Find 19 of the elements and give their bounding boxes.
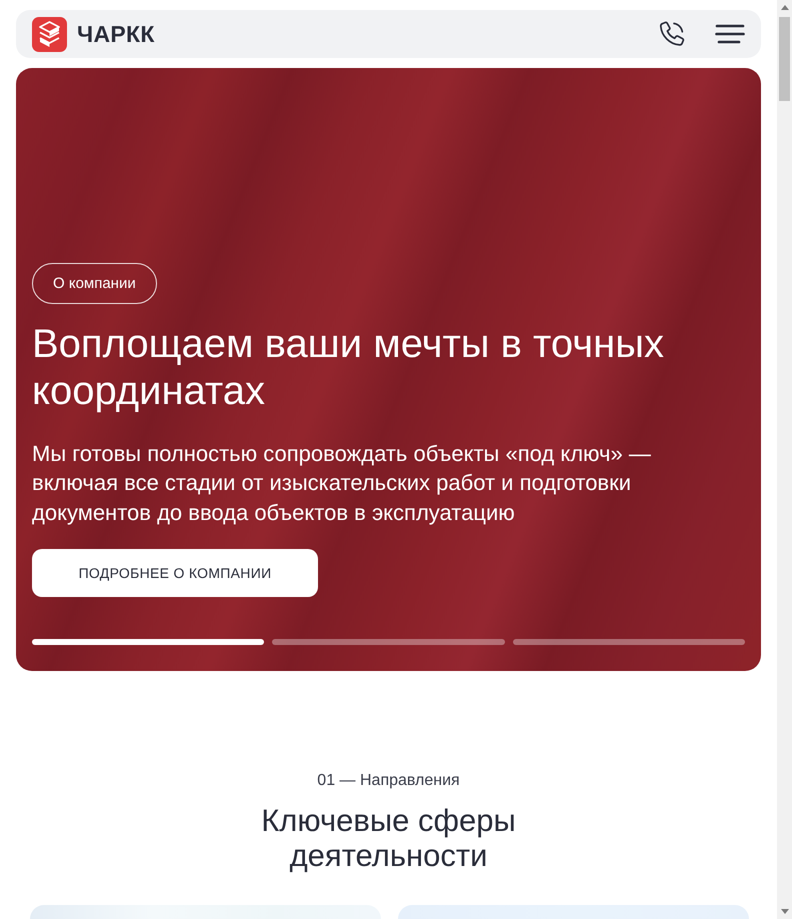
scrollbar-track[interactable]: [777, 0, 792, 919]
scroll-up-icon[interactable]: [780, 5, 788, 10]
about-badge[interactable]: О компании: [32, 262, 157, 304]
scrollbar-thumb[interactable]: [779, 17, 790, 101]
section-label: 01 — Направления: [317, 771, 460, 791]
slide-indicator[interactable]: [32, 639, 264, 645]
about-company-button[interactable]: ПОДРОБНЕЕ О КОМПАНИИ: [32, 549, 318, 597]
phone-icon[interactable]: [659, 21, 685, 47]
logo-icon[interactable]: [32, 16, 67, 52]
direction-card[interactable]: [398, 905, 749, 919]
slide-indicator[interactable]: [272, 639, 505, 645]
section-title: Ключевые сферы деятельности: [260, 803, 517, 873]
slide-indicator[interactable]: [512, 639, 745, 645]
scroll-down-icon[interactable]: [780, 909, 788, 914]
logo-text[interactable]: ЧАРКК: [77, 20, 155, 48]
menu-icon[interactable]: [715, 24, 745, 44]
hero-title: Воплощаем ваши мечты в точных координатах: [32, 320, 665, 414]
hero-text: Мы готовы полностью сопровождать объекты «под ключ» — включая все стадии от изыскательских работ и подготовки документов до ввода объектов в эксплуатацию: [32, 440, 652, 527]
direction-card[interactable]: [30, 905, 381, 919]
